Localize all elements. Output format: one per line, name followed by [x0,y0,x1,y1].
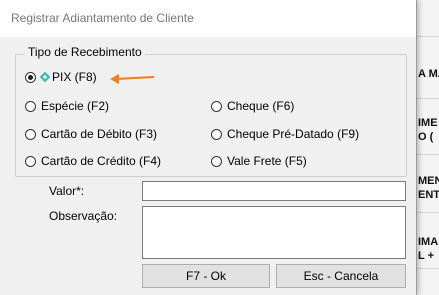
group-title: Tipo de Recebimento [25,45,145,59]
radio-cartao-credito[interactable]: Cartão de Crédito (F4) [25,153,161,169]
observacao-textarea[interactable] [142,206,406,259]
radio-especie[interactable]: Espécie (F2) [25,98,109,114]
dialog-titlebar: Registrar Adiantamento de Cliente [0,0,416,37]
radio-cartao-debito[interactable]: Cartão de Débito (F3) [25,126,157,142]
radio-label: Cheque Pré-Datado (F9) [227,127,360,141]
radio-label: Espécie (F2) [41,99,110,113]
bg-text-fragment: O ( [418,131,434,143]
orange-arrow-annotation [110,74,155,84]
radio-button-checked[interactable] [25,71,36,83]
radio-vale-frete[interactable]: Vale Frete (F5) [211,153,307,169]
radio-label: Cartão de Débito (F3) [41,127,158,141]
radio-label: Cheque (F6) [227,99,295,113]
radio-button[interactable] [25,128,36,140]
radio-button[interactable] [25,155,36,167]
radio-button[interactable] [211,128,222,140]
bg-text-fragment: L + [418,250,435,262]
registrar-adiantamento-dialog: Registrar Adiantamento de Cliente Tipo d… [0,0,417,295]
bg-text-fragment: ENT [418,189,439,201]
cancel-button[interactable]: Esc - Cancela [276,264,406,288]
radio-cheque[interactable]: Cheque (F6) [211,98,294,114]
bg-text-fragment: A MA [418,68,439,80]
radio-pix[interactable]: PIX (F8) [25,69,97,85]
ok-button[interactable]: F7 - Ok [142,264,270,288]
radio-label: Vale Frete (F5) [227,154,307,168]
bg-text-fragment: IMA [418,236,439,248]
valor-label: Valor*: [49,184,85,198]
dialog-title: Registrar Adiantamento de Cliente [11,11,194,25]
radio-button[interactable] [211,155,222,167]
radio-button[interactable] [25,100,36,112]
observacao-label: Observação: [49,209,118,223]
radio-cheque-pre-datado[interactable]: Cheque Pré-Datado (F9) [211,126,359,142]
radio-label: Cartão de Crédito (F4) [41,154,162,168]
bg-text-fragment: IME [418,117,438,129]
pix-icon [39,71,51,83]
valor-input[interactable] [142,181,406,201]
radio-button[interactable] [211,100,222,112]
radio-label: PIX (F8) [52,70,97,84]
bg-text-fragment: MEN [418,175,439,187]
